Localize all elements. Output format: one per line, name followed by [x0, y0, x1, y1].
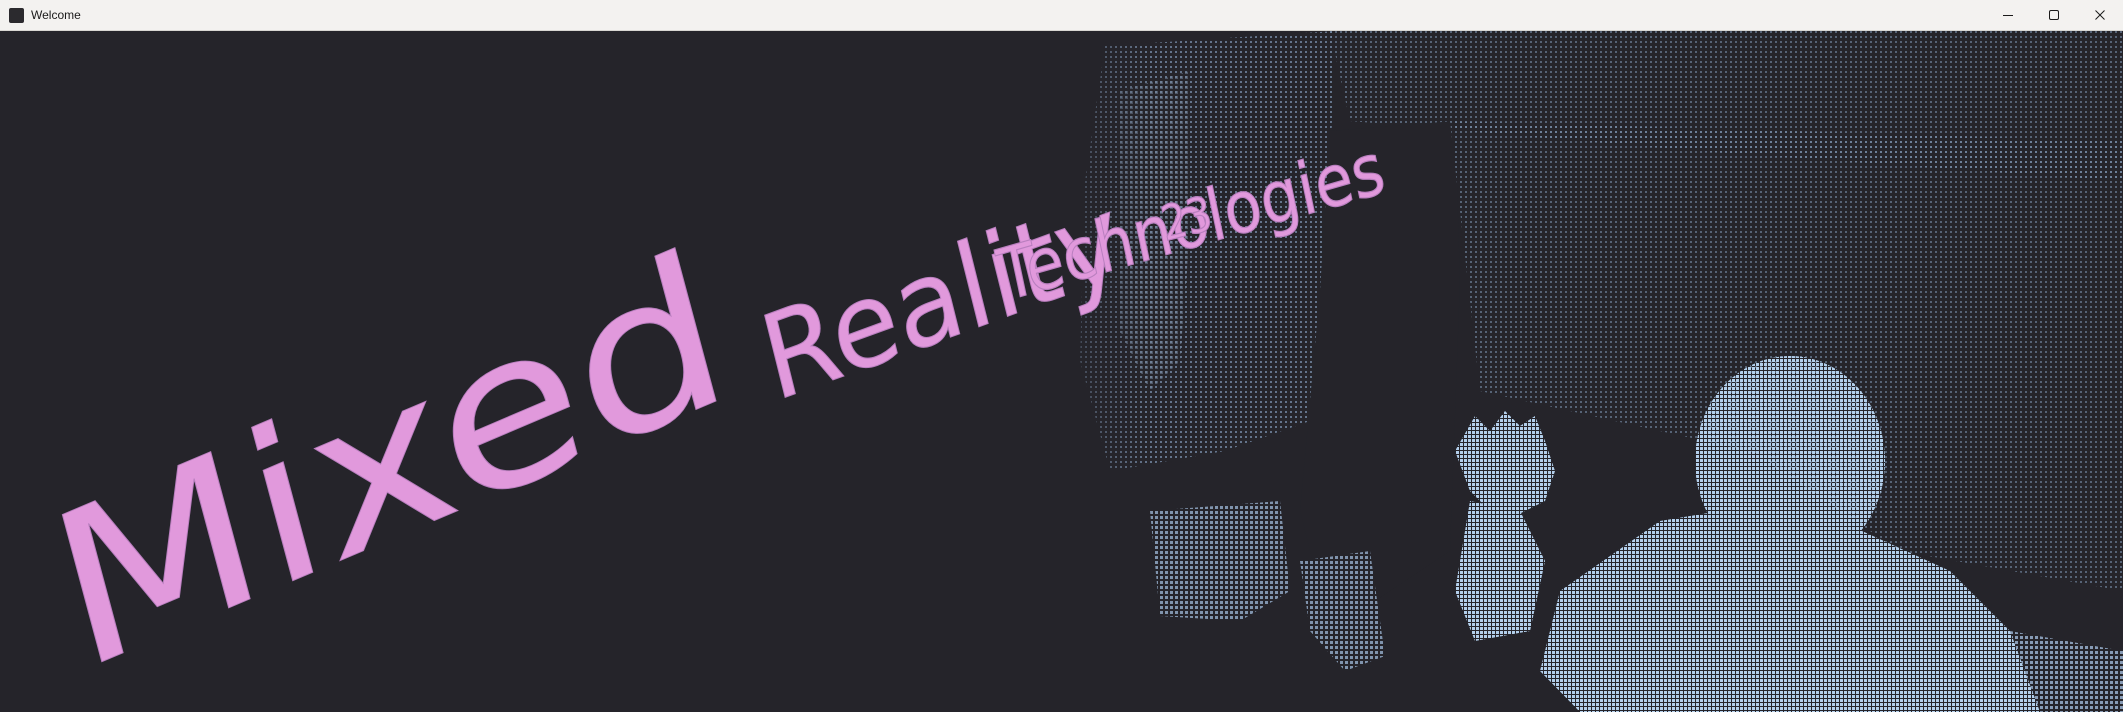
minimize-button[interactable] [1985, 0, 2031, 30]
point-cloud-scene [1020, 31, 2123, 712]
maximize-icon [2049, 10, 2059, 20]
close-button[interactable] [2077, 0, 2123, 30]
title-bar[interactable]: Welcome [0, 0, 2123, 31]
cloud-fade [1020, 31, 1150, 712]
window-title: Welcome [31, 8, 81, 22]
render-viewport[interactable]: Mixed Reality Technologies 23 [0, 31, 2123, 712]
app-window-icon [9, 8, 24, 23]
maximize-button[interactable] [2031, 0, 2077, 30]
app-window: Welcome Mixed Reality Technologies 23 [0, 0, 2123, 712]
minimize-icon [2003, 15, 2013, 16]
hand-points [1455, 411, 1555, 641]
close-icon [2095, 10, 2105, 20]
